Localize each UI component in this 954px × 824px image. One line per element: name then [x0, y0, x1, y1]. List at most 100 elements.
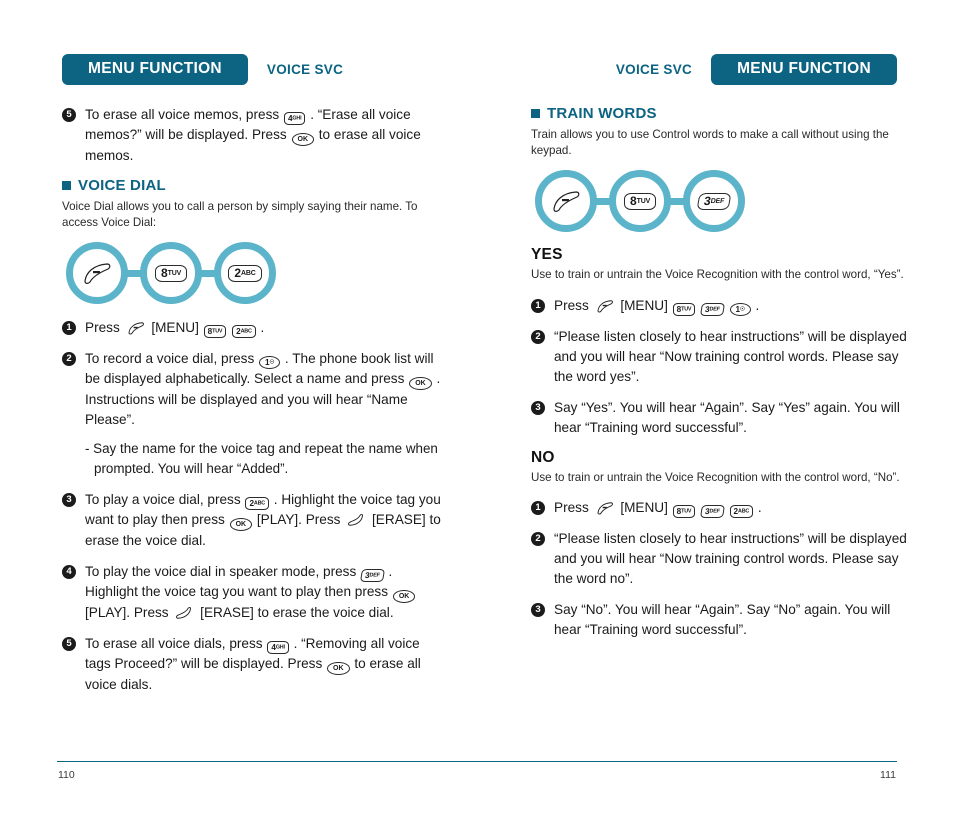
menu-send-key-icon	[84, 263, 111, 284]
page-number-left: 110	[58, 769, 75, 781]
section-heading-label: TRAIN WORDS	[547, 105, 657, 122]
step-number: 1	[62, 321, 76, 335]
step-text-part: [ERASE] to erase the voice dial.	[200, 605, 394, 620]
step-text: To erase all voice memos, press 4GHI . “…	[85, 105, 442, 166]
right-header-subtitle: VOICE SVC	[615, 61, 693, 77]
step-item: 5 To erase all voice dials, press 4GHI .…	[62, 634, 442, 695]
step-item: 2 To record a voice dial, press 1☉ . The…	[62, 349, 442, 430]
step-text-part: .	[757, 500, 762, 515]
right-page-content: TRAIN WORDS Train allows you to use Cont…	[531, 105, 911, 651]
step-text-part: Press	[554, 500, 589, 515]
flow-node-menu	[535, 170, 597, 232]
keypad-8-tuv-icon: 8TUV	[672, 302, 696, 316]
step-text-part: Press	[554, 297, 589, 313]
step-number: 3	[531, 603, 545, 617]
menu-label: [MENU]	[620, 500, 668, 515]
step-text: To play a voice dial, press 2ABC . Highl…	[85, 490, 442, 551]
step-number: 3	[62, 493, 76, 507]
step-text: To play the voice dial in speaker mode, …	[85, 562, 442, 623]
step-text-part: To play a voice dial, press	[85, 492, 241, 507]
step-text: Say “Yes”. You will hear “Again”. Say “Y…	[554, 399, 900, 435]
step-number: 4	[62, 565, 76, 579]
step-text-part: [PLAY]. Press	[85, 605, 169, 620]
step-number: 1	[531, 298, 545, 313]
keypad-3-def-icon: 3DEF	[700, 505, 725, 518]
keypad-2-abc-icon: 2ABC	[245, 497, 269, 510]
step-item: 1 Press [MENU] 8TUV 2ABC .	[62, 318, 442, 338]
step-text: Say “No”. You will hear “Again”. Say “No…	[554, 602, 891, 637]
flow-connector	[596, 197, 610, 205]
section-heading-label: VOICE DIAL	[78, 177, 166, 194]
flow-node-key-8: 8TUV	[140, 242, 202, 304]
menu-send-key-icon	[597, 299, 613, 313]
step-item: 2 “Please listen closely to hear instruc…	[531, 327, 911, 387]
keypad-1-icon: 1☉	[259, 356, 281, 369]
step-number: 2	[531, 532, 545, 546]
right-page-header: VOICE SVC MENU FUNCTION	[616, 54, 897, 85]
menu-send-key-icon	[597, 502, 613, 515]
keypad-3-def-icon: 3DEF	[696, 192, 732, 210]
keypad-1-icon: 1☉	[729, 302, 751, 316]
keypad-3-def-icon: 3DEF	[360, 569, 385, 582]
train-words-description: Train allows you to use Control words to…	[531, 128, 889, 157]
keypad-8-tuv-icon: 8TUV	[623, 192, 657, 210]
flow-node-key-3: 3DEF	[683, 170, 745, 232]
step-text-part: .	[260, 320, 265, 335]
step-item: 5 To erase all voice memos, press 4GHI .…	[62, 105, 442, 166]
keypad-2-abc-icon: 2ABC	[232, 325, 256, 338]
keypad-3-def-icon: 3DEF	[700, 302, 725, 316]
step-text: “Please listen closely to hear instructi…	[554, 531, 907, 586]
flow-connector	[127, 269, 141, 277]
page-number-right: 111	[880, 769, 896, 781]
section-heading-train-words: TRAIN WORDS	[531, 105, 911, 122]
menu-send-key-icon	[553, 191, 580, 212]
footer-divider	[57, 761, 897, 763]
right-header-pill: MENU FUNCTION	[711, 54, 897, 85]
left-header-subtitle: VOICE SVC	[266, 61, 344, 77]
step-item: 1 Press [MENU] 8TUV 3DEF 2ABC .	[531, 498, 911, 518]
ok-key-icon: OK	[229, 518, 253, 531]
end-erase-key-icon	[176, 607, 192, 619]
step-item: 3 Say “Yes”. You will hear “Again”. Say …	[531, 398, 911, 438]
menu-send-key-icon	[128, 322, 144, 335]
step-number: 3	[531, 400, 545, 415]
no-description: Use to train or untrain the Voice Recogn…	[531, 470, 900, 484]
step-text: Press [MENU] 8TUV 3DEF 2ABC .	[554, 498, 762, 518]
ok-key-icon: OK	[327, 662, 350, 675]
step-text: Press [MENU] 8TUV 3DEF 1☉ .	[554, 296, 759, 316]
keypad-8-tuv-icon: 8TUV	[672, 505, 696, 518]
train-words-flow-diagram: 8TUV 3DEF	[535, 170, 911, 232]
flow-node-key-8: 8TUV	[609, 170, 671, 232]
keypad-4-ghi-icon: 4GHI	[267, 641, 289, 654]
subsection-heading-yes: YES	[531, 246, 563, 263]
section-heading-voice-dial: VOICE DIAL	[62, 177, 442, 194]
ok-key-icon: OK	[392, 590, 416, 603]
menu-label: [MENU]	[620, 297, 668, 313]
flow-connector	[670, 197, 684, 205]
step-text-part: Press	[85, 320, 120, 335]
flow-node-menu	[66, 242, 128, 304]
flow-connector	[201, 269, 215, 277]
step-number: 2	[62, 352, 76, 366]
step-text-part: To play the voice dial in speaker mode, …	[85, 564, 357, 579]
step-text: To record a voice dial, press 1☉ . The p…	[85, 349, 442, 430]
step-text: To erase all voice dials, press 4GHI . “…	[85, 634, 442, 695]
step-item: 3 To play a voice dial, press 2ABC . Hig…	[62, 490, 442, 551]
keypad-8-tuv-icon: 8TUV	[203, 325, 227, 338]
step-text-part: .	[755, 297, 760, 313]
step-text-part: To erase all voice memos, press	[85, 107, 280, 122]
keypad-2-abc-icon: 2ABC	[729, 505, 754, 518]
square-bullet-icon	[62, 181, 71, 190]
square-bullet-icon	[531, 109, 540, 118]
yes-description: Use to train or untrain the Voice Recogn…	[531, 268, 904, 281]
step-text-part: To record a voice dial, press	[85, 351, 255, 366]
left-header-pill: MENU FUNCTION	[62, 54, 248, 85]
step-text-part: [PLAY]. Press	[256, 512, 341, 527]
keypad-2-abc-icon: 2ABC	[228, 264, 262, 282]
step-item: 1 Press [MENU] 8TUV 3DEF 1☉ .	[531, 296, 911, 316]
step-number: 1	[531, 501, 545, 515]
keypad-4-ghi-icon: 4GHI	[283, 112, 306, 125]
subsection-heading-no: NO	[531, 448, 555, 466]
keypad-8-tuv-icon: 8TUV	[154, 264, 188, 282]
page-headers: MENU FUNCTION VOICE SVC VOICE SVC MENU F…	[0, 54, 954, 86]
